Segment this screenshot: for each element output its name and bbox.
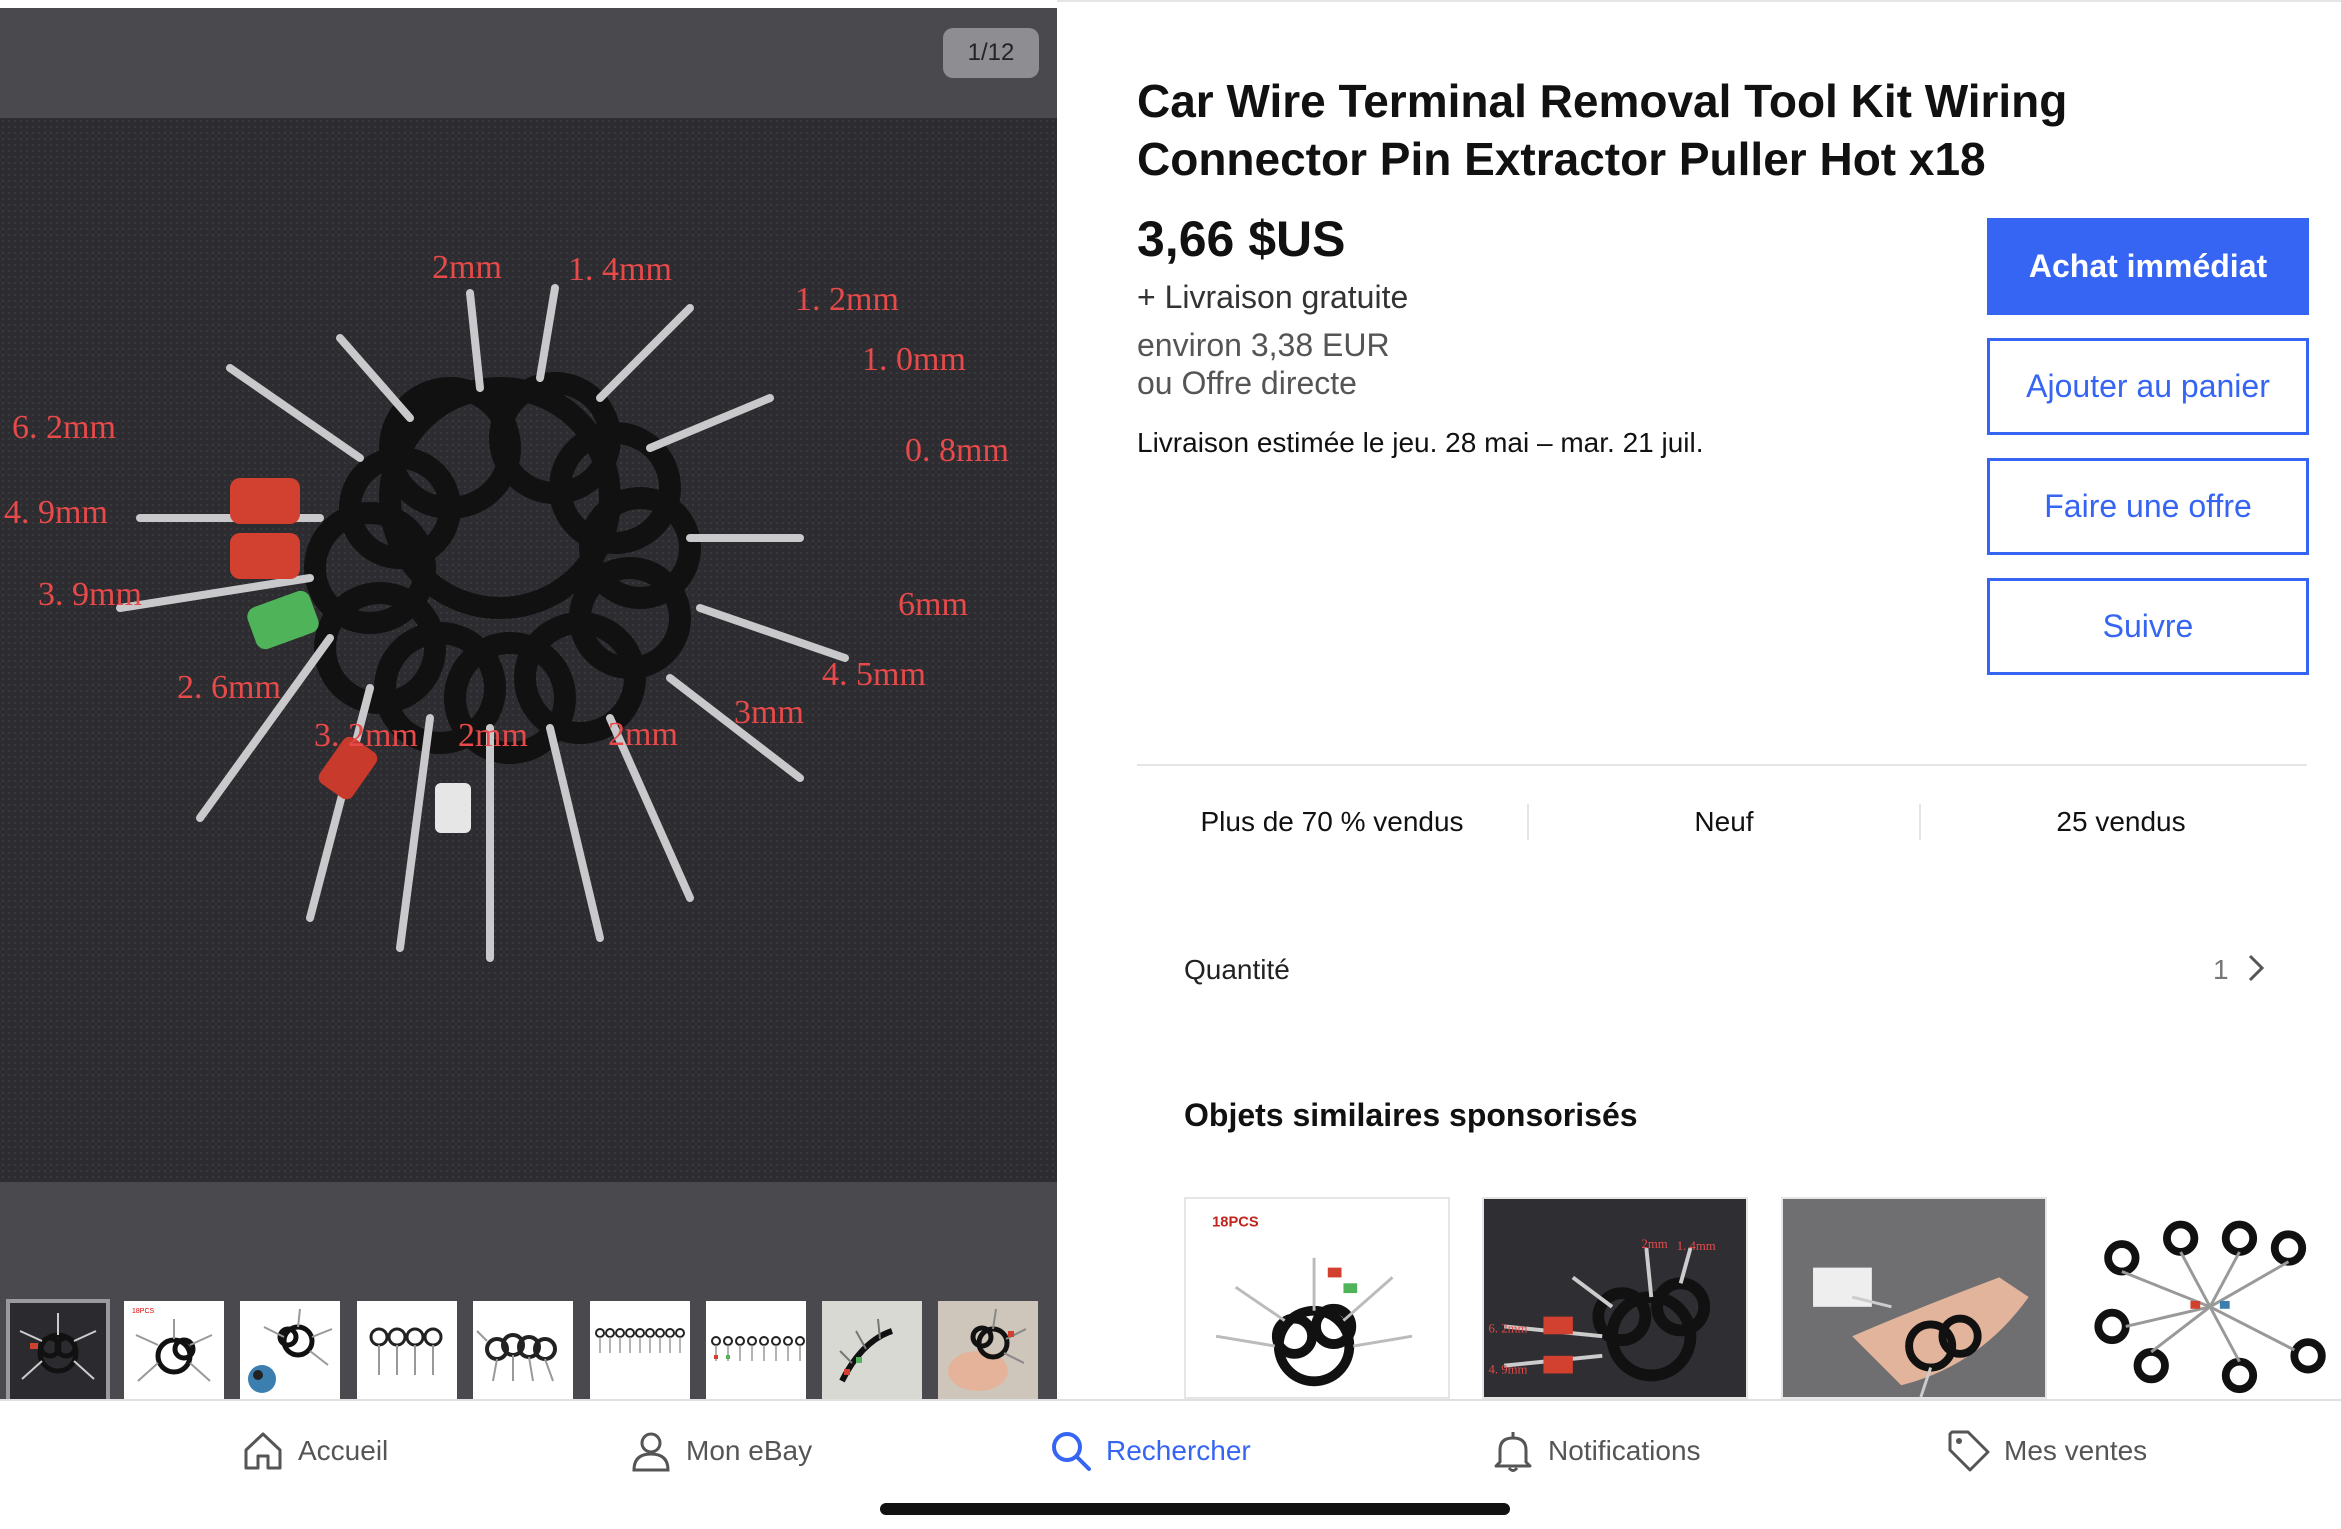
- shipping-info: + Livraison gratuite: [1137, 279, 1409, 315]
- add-to-cart-button[interactable]: Ajouter au panier: [1987, 338, 2309, 435]
- card-badge: 18PCS: [1212, 1214, 1259, 1230]
- thumbnail-6[interactable]: [590, 1301, 690, 1401]
- similar-item-card-3[interactable]: [1781, 1197, 2047, 1399]
- bottom-navigation: Accueil Mon eBay Rechercher Notification…: [0, 1399, 2341, 1529]
- thumbnail-9[interactable]: [938, 1301, 1038, 1401]
- size-label: 2. 6mm: [177, 669, 281, 706]
- make-offer-button[interactable]: Faire une offre: [1987, 458, 2309, 555]
- quantity-label: Quantité: [1184, 954, 1290, 985]
- search-icon: [1052, 1432, 1091, 1471]
- best-offer-note: ou Offre directe: [1137, 365, 1357, 401]
- nav-notifications-label: Notifications: [1548, 1435, 1701, 1466]
- tag-icon: [1948, 1430, 1990, 1472]
- stat-sold-percent: Plus de 70 % vendus: [1200, 806, 1464, 837]
- nav-search[interactable]: Rechercher: [1048, 1423, 1251, 1479]
- thumbnail-3[interactable]: [240, 1301, 340, 1401]
- card-size-label: 6. 2mm: [1489, 1321, 1528, 1335]
- section-divider: [1137, 764, 2307, 766]
- similar-item-card-2[interactable]: 2mm 1. 4mm 6. 2mm 4. 9mm: [1482, 1197, 1748, 1399]
- card-size-label: 1. 4mm: [1677, 1239, 1716, 1253]
- nav-notifications[interactable]: Notifications: [1490, 1423, 1701, 1479]
- product-title: Car Wire Terminal Removal Tool Kit Wirin…: [1137, 75, 2068, 185]
- follow-button[interactable]: Suivre: [1987, 578, 2309, 675]
- size-label: 1. 4mm: [568, 251, 672, 288]
- size-label: 0. 8mm: [905, 432, 1009, 469]
- main-product-image[interactable]: 2mm 1. 4mm 1. 2mm 1. 0mm 0. 8mm 6. 2mm 4…: [0, 118, 1057, 1182]
- stats-bar: Plus de 70 % vendus Neuf 25 vendus: [1137, 792, 2327, 852]
- nav-my-ebay[interactable]: Mon eBay: [628, 1423, 812, 1479]
- quantity-value[interactable]: 1: [2213, 954, 2229, 986]
- size-label: 2mm: [608, 716, 678, 753]
- stat-condition: Neuf: [1694, 806, 1754, 837]
- app-root: 1/12 2mm 1. 4mm 1. 2mm 1. 0mm 0. 8mm 6. …: [0, 0, 2341, 1529]
- size-label: 6mm: [898, 586, 968, 623]
- nav-selling-label: Mes ventes: [2004, 1435, 2148, 1466]
- size-label: 4. 9mm: [4, 494, 108, 531]
- home-indicator: [880, 1503, 1510, 1515]
- similar-items-title: Objets similaires sponsorisés: [1184, 1097, 1638, 1133]
- card-size-label: 2mm: [1641, 1237, 1667, 1251]
- chevron-right-icon[interactable]: [2244, 952, 2268, 984]
- thumbnail-4[interactable]: [357, 1301, 457, 1401]
- product-detail-panel: Car Wire Terminal Removal Tool Kit Wirin…: [1057, 0, 2341, 1399]
- thumbnail-5[interactable]: [473, 1301, 573, 1401]
- similar-item-card-4[interactable]: [2080, 1197, 2341, 1399]
- card-size-label: 4. 9mm: [1489, 1362, 1528, 1376]
- size-label: 3mm: [734, 694, 804, 731]
- bell-icon: [1494, 1432, 1532, 1472]
- image-gallery[interactable]: 1/12 2mm 1. 4mm 1. 2mm 1. 0mm 0. 8mm 6. …: [0, 8, 1057, 1403]
- thumb-badge-text: 18PCS: [132, 1308, 155, 1315]
- size-label: 2mm: [432, 249, 502, 286]
- nav-selling[interactable]: Mes ventes: [1946, 1423, 2147, 1479]
- size-label: 6. 2mm: [12, 409, 116, 446]
- size-label: 3. 9mm: [38, 576, 142, 613]
- nav-my-ebay-label: Mon eBay: [686, 1435, 813, 1466]
- converted-price: environ 3,38 EUR: [1137, 327, 1390, 363]
- thumbnail-2[interactable]: 18PCS: [124, 1301, 224, 1401]
- stat-sold-count: 25 vendus: [2056, 806, 2186, 837]
- size-label: 2mm: [458, 717, 528, 754]
- buy-now-button[interactable]: Achat immédiat: [1987, 218, 2309, 315]
- nav-search-label: Rechercher: [1106, 1435, 1251, 1466]
- nav-home[interactable]: Accueil: [240, 1423, 388, 1479]
- home-icon: [244, 1432, 282, 1470]
- thumbnail-8[interactable]: [822, 1301, 922, 1401]
- product-price: 3,66 $US: [1137, 211, 1346, 267]
- estimated-delivery: Livraison estimée le jeu. 28 mai – mar. …: [1137, 427, 1704, 459]
- image-counter: 1/12: [943, 28, 1039, 78]
- pin-extractor-photo: 2mm 1. 4mm 1. 2mm 1. 0mm 0. 8mm 6. 2mm 4…: [4, 249, 1009, 962]
- delivery-prefix: Livraison estimée le: [1137, 427, 1393, 458]
- size-label: 1. 0mm: [862, 341, 966, 378]
- user-icon: [632, 1432, 670, 1472]
- red-sleeve: [230, 478, 300, 524]
- similar-item-card-1[interactable]: 18PCS: [1184, 1197, 1450, 1399]
- size-label: 4. 5mm: [822, 656, 926, 693]
- size-label: 3. 2mm: [314, 717, 418, 754]
- delivery-dates: jeu. 28 mai – mar. 21 juil.: [1392, 427, 1704, 458]
- thumbnail-1[interactable]: [6, 1299, 110, 1403]
- thumbnail-7[interactable]: [706, 1301, 806, 1401]
- nav-home-label: Accueil: [298, 1435, 389, 1466]
- size-label: 1. 2mm: [795, 281, 899, 318]
- thumbnail-strip: 18PCS: [0, 1293, 1057, 1403]
